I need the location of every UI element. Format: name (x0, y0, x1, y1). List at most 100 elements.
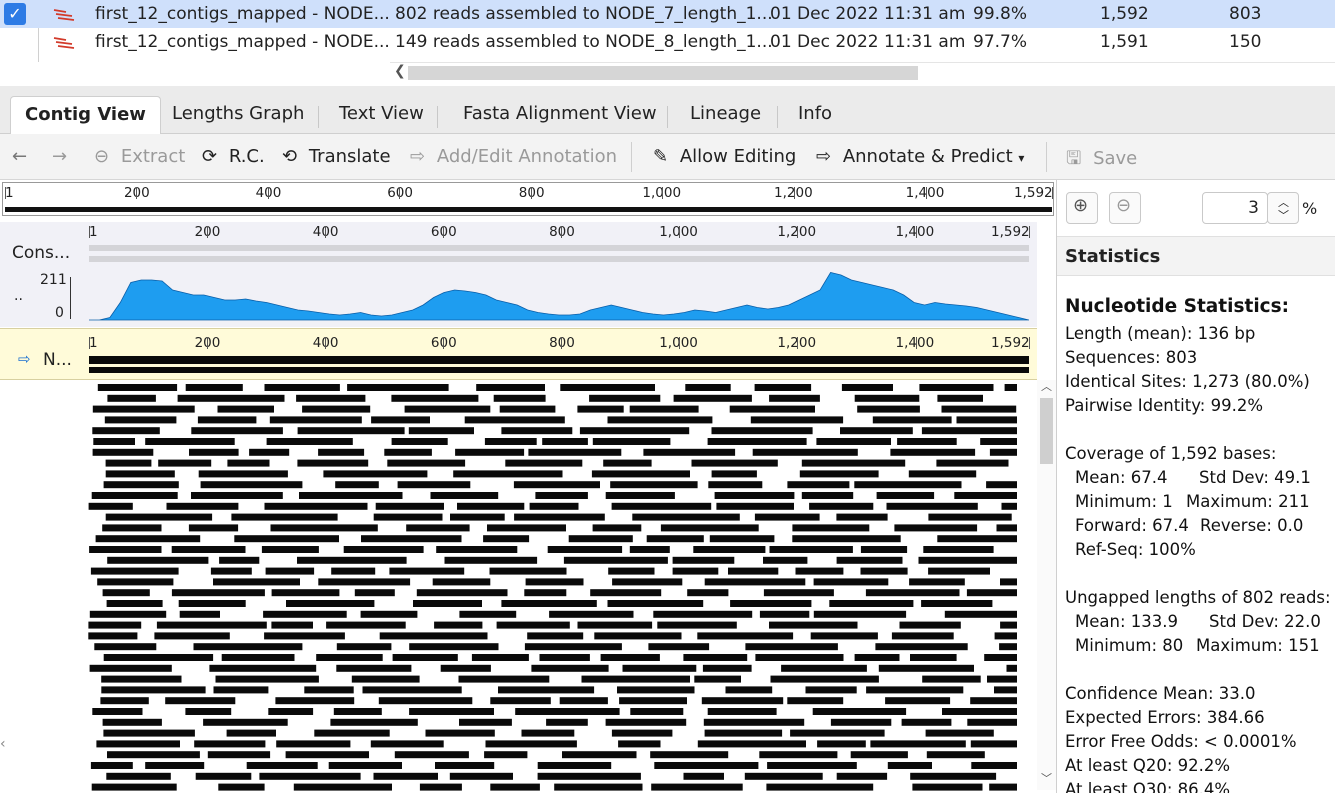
read-bar (617, 686, 695, 694)
read-bar (165, 697, 236, 705)
read-bar (297, 427, 405, 435)
read-bar (547, 546, 623, 553)
zoom-out-button[interactable]: ⊖ (1109, 192, 1141, 224)
stat-q20: At least Q20: 92.2% (1065, 756, 1231, 775)
read-bar (354, 589, 395, 597)
tab-info[interactable]: Info (784, 96, 846, 134)
read-bar (102, 589, 150, 597)
extract-button[interactable]: ⊖ Extract (94, 146, 185, 167)
document-row[interactable]: first_12_contigs_mapped - NODE... 149 re… (0, 28, 1335, 56)
read-bar (919, 384, 994, 391)
reference-sequence-bar (89, 356, 1029, 364)
read-bar (763, 589, 834, 597)
annotate-predict-button[interactable]: ⇨ Annotate & Predict ▾ (816, 146, 1024, 167)
read-bar (805, 686, 857, 694)
save-button[interactable]: 🖫 Save (1066, 146, 1137, 176)
ungapped-title: Ungapped lengths of 802 reads: (1065, 588, 1331, 607)
read-bar (729, 405, 815, 413)
horizontal-scrollbar[interactable]: ❮ (390, 62, 1335, 82)
ruler-tick (324, 226, 326, 238)
allow-editing-button[interactable]: ✎ Allow Editing (653, 146, 796, 167)
consensus-label[interactable]: Cons... (12, 243, 70, 263)
tab-fasta-alignment-view[interactable]: Fasta Alignment View (449, 96, 671, 134)
read-bar (513, 481, 600, 489)
read-bar (459, 718, 512, 726)
read-bar (391, 394, 479, 402)
read-bar (88, 632, 138, 640)
coverage-graph (89, 272, 1029, 321)
checkbox-checked[interactable]: ✓ (4, 3, 26, 25)
read-bar (754, 384, 812, 391)
reference-label[interactable]: N... (43, 350, 72, 370)
chevron-down-icon[interactable]: ﹀ (1278, 207, 1289, 223)
read-bar (499, 405, 556, 413)
read-bar (524, 589, 567, 597)
read-bar (607, 416, 713, 424)
contig-view[interactable]: 12004006008001,0001,2001,4001,592 120040… (0, 180, 1056, 793)
read-bar (177, 394, 285, 402)
read-bar (944, 610, 1017, 618)
add-annotation-button[interactable]: ⇨ Add/Edit Annotation (410, 146, 617, 167)
read-bar (336, 643, 392, 651)
read-bar (227, 459, 270, 467)
scrollbar-thumb[interactable] (1040, 398, 1053, 464)
read-bar (563, 556, 668, 564)
read-bar (515, 708, 620, 715)
read-bar (694, 675, 741, 683)
forward-arrow-icon[interactable]: → (52, 146, 67, 167)
ruler-tick (915, 337, 917, 349)
read-bar (505, 459, 583, 467)
ruler-tick-label: 1 (5, 185, 14, 201)
consensus-bar-2 (89, 256, 1029, 262)
read-bar (501, 427, 573, 435)
read-bar (444, 556, 538, 564)
reverse-complement-button[interactable]: ⟳ R.C. (202, 146, 265, 167)
read-bar (970, 740, 1017, 748)
tab-text-view[interactable]: Text View (325, 96, 438, 134)
read-bar (101, 686, 206, 694)
read-bar (498, 686, 595, 694)
read-bar (535, 492, 588, 499)
ruler-tick (399, 187, 401, 199)
read-bar (683, 772, 724, 780)
read-bar (270, 524, 378, 532)
collapse-left-icon[interactable]: ‹ (0, 736, 6, 752)
read-bar (213, 578, 300, 586)
tab-lengths-graph[interactable]: Lengths Graph (158, 96, 318, 134)
statistics-header[interactable]: Statistics (1057, 236, 1335, 276)
read-bar (226, 729, 276, 737)
read-bar (259, 772, 361, 780)
read-bar (409, 708, 494, 715)
zoom-input[interactable]: 3 (1202, 192, 1268, 224)
scroll-left-icon[interactable]: ❮ (394, 63, 406, 79)
read-bar (217, 405, 274, 413)
read-bar (954, 492, 1017, 499)
read-bar (894, 524, 978, 532)
read-bar (817, 740, 866, 748)
read-bar (857, 405, 920, 413)
back-arrow-icon[interactable]: ← (12, 146, 27, 167)
vertical-scrollbar[interactable]: ︿ ﹀ (1037, 380, 1056, 790)
read-bar (286, 600, 375, 607)
read-bar (406, 524, 470, 532)
read-bar (704, 578, 806, 586)
scrollbar-thumb[interactable] (408, 66, 918, 80)
document-row[interactable]: ✓ first_12_contigs_mapped - NODE... 802 … (0, 0, 1335, 28)
read-bar (795, 567, 844, 575)
read-bar (88, 621, 142, 629)
translate-button[interactable]: ⟲ Translate (282, 146, 391, 167)
scroll-up-icon[interactable]: ︿ (1041, 378, 1052, 394)
read-bar (527, 632, 584, 640)
zoom-stepper[interactable]: ︿ ﹀ (1267, 192, 1299, 224)
tab-lineage[interactable]: Lineage (676, 96, 775, 134)
read-bar (769, 546, 853, 553)
zoom-in-button[interactable]: ⊕ (1066, 192, 1098, 224)
read-bar (650, 751, 729, 759)
scroll-down-icon[interactable]: ﹀ (1041, 770, 1052, 786)
read-bar (389, 567, 465, 575)
read-bar (408, 427, 474, 435)
tab-contig-view[interactable]: Contig View (10, 96, 161, 134)
reads-pileup[interactable] (82, 382, 1037, 793)
read-bar (643, 448, 736, 456)
read-bar (361, 535, 462, 543)
